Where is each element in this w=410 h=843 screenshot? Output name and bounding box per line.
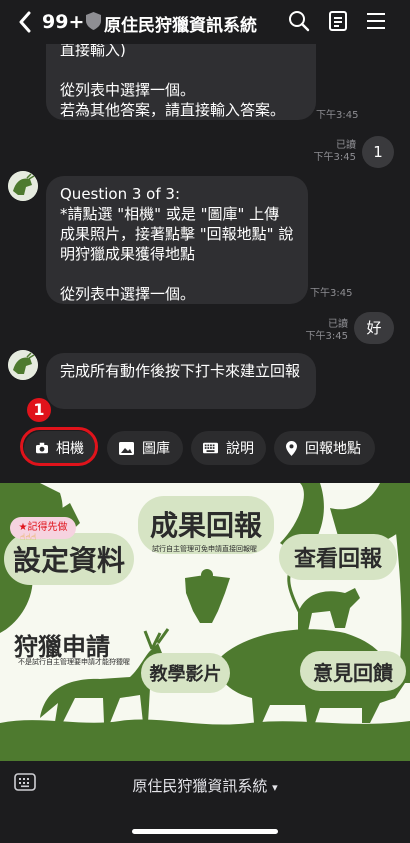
rich-menu-label: 意見回饋 [313,660,393,685]
notes-icon[interactable] [327,10,349,32]
menu-title: 原住民狩獵資訊系統 [132,777,268,795]
rich-menu-view-reports[interactable]: 查看回報 [279,534,397,580]
message-time: 下午3:45 [310,288,353,299]
read-receipt: 已讀 下午3:45 [305,319,348,342]
bot-message-bubble: 直接輸入) 從列表中選擇一個。 若為其他答案，請直接輸入答案。 [46,44,316,120]
back-chevron-icon[interactable] [18,11,32,33]
rich-menu-feedback[interactable]: 意見回饋 [300,651,406,691]
user-message-bubble: 1 [362,136,394,168]
bottom-bar: 原住民狩獵資訊系統 ▾ [0,761,410,843]
rich-menu-tutorial[interactable]: 教學影片 [141,653,230,693]
quick-reply-label: 回報地點 [305,441,361,457]
bot-avatar[interactable] [8,171,38,201]
step-number-badge: 1 [27,398,51,422]
quick-reply-label: 說明 [226,441,254,457]
chat-messages[interactable]: 直接輸入) 從列表中選擇一個。 若為其他答案，請直接輸入答案。 下午3:45 已… [0,44,410,426]
quick-reply-location[interactable]: 回報地點 [274,431,375,465]
read-receipt: 已讀 下午3:45 [313,140,356,163]
rich-menu-label: 成果回報 [149,509,262,542]
unread-count[interactable]: 99+ [42,11,84,33]
location-pin-icon [286,440,297,456]
message-time: 下午3:45 [316,110,359,121]
quick-reply-gallery[interactable]: 圖庫 [107,431,183,465]
bot-message-bubble: 完成所有動作後按下打卡來建立回報 [46,353,316,409]
remember-note-label: 記得先做 [27,522,68,533]
image-icon [119,441,134,455]
pointing-hands-icon: ☝☝☝ [20,533,37,543]
rich-menu-label: 設定資料 [12,544,125,577]
rich-menu-toggle[interactable]: 原住民狩獵資訊系統 ▾ [0,775,410,796]
quick-reply-explain[interactable]: 說明 [191,431,266,465]
camera-highlight-ring [20,427,98,466]
rich-menu-label: 查看回報 [293,547,382,572]
search-icon[interactable] [288,10,310,32]
keyboard-icon [203,442,218,454]
chat-header: 99+ 原住民狩獵資訊系統 [0,0,410,44]
hunter-logo-icon [8,171,38,201]
quick-reply-label: 圖庫 [142,441,170,457]
menu-icon[interactable] [365,10,387,32]
hunter-logo-icon [8,350,38,380]
rich-menu-label: 教學影片 [149,664,222,685]
user-message-bubble: 好 [354,312,394,344]
hunting-apply-note: 不是試行自主管理要申請才能狩獵喔 [18,658,130,666]
bot-avatar[interactable] [8,350,38,380]
shield-icon [86,12,101,30]
report-results-note: 試行自主管理可免申請直接回報喔 [152,545,257,553]
home-indicator [132,829,278,834]
chat-title[interactable]: 原住民狩獵資訊系統 [104,11,257,36]
bot-message-bubble: Question 3 of 3: *請點選 "相機" 或是 "圖庫" 上傳成果照… [46,176,308,304]
rich-menu: 設定資料 ★記得先做 ☝☝☝ 成果回報 試行自主管理可免申請直接回報喔 查看回報… [0,483,410,761]
chevron-down-icon: ▾ [272,781,278,794]
